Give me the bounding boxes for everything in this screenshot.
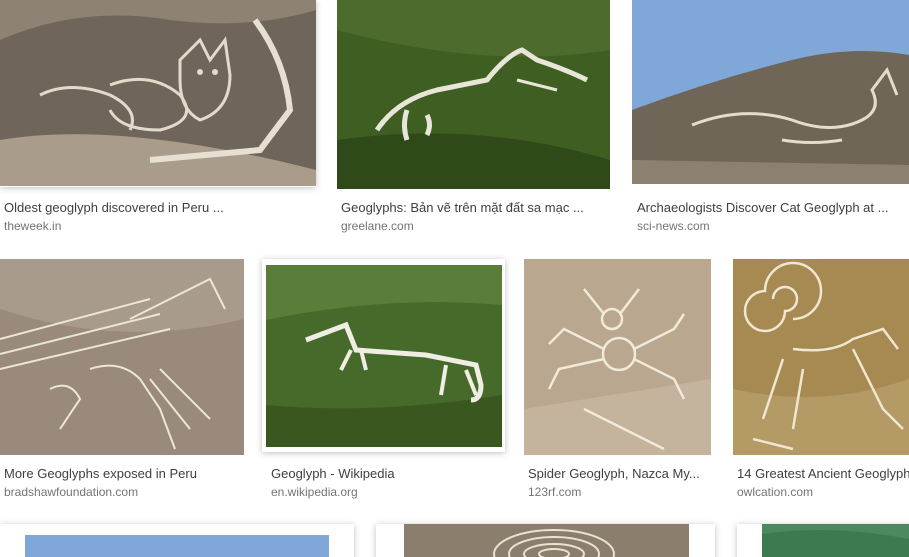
result-thumbnail-10[interactable] (762, 524, 909, 557)
result-thumbnail-4[interactable] (0, 259, 244, 455)
image-results-grid: Oldest geoglyph discovered in Peru ... t… (0, 0, 909, 557)
result-card-1[interactable]: Oldest geoglyph discovered in Peru ... t… (0, 0, 320, 240)
result-card-2[interactable]: Geoglyphs: Bản vẽ trên mặt đất sa mạc ..… (337, 0, 617, 240)
result-thumbnail-5[interactable] (266, 265, 502, 447)
result-source[interactable]: theweek.in (4, 219, 304, 233)
result-title[interactable]: Geoglyph - Wikipedia (271, 466, 501, 482)
result-title[interactable]: Oldest geoglyph discovered in Peru ... (4, 200, 304, 216)
result-thumbnail-8[interactable] (25, 535, 329, 557)
result-thumbnail-9[interactable] (404, 524, 689, 557)
result-thumbnail-7[interactable] (733, 259, 909, 455)
result-title[interactable]: More Geoglyphs exposed in Peru (4, 466, 244, 482)
result-source[interactable]: sci-news.com (637, 219, 907, 233)
result-source[interactable]: en.wikipedia.org (271, 485, 501, 499)
result-source[interactable]: owlcation.com (737, 485, 909, 499)
result-title[interactable]: 14 Greatest Ancient Geoglyph (737, 466, 909, 482)
result-card-8[interactable] (0, 524, 356, 557)
result-thumbnail-6[interactable] (524, 259, 711, 455)
result-source[interactable]: 123rf.com (528, 485, 708, 499)
result-thumbnail-1[interactable] (0, 0, 316, 186)
result-card-10[interactable] (737, 524, 909, 557)
result-card-7[interactable]: 14 Greatest Ancient Geoglyph owlcation.c… (733, 259, 909, 504)
result-card-3[interactable]: Archaeologists Discover Cat Geoglyph at … (632, 0, 909, 240)
result-title[interactable]: Geoglyphs: Bản vẽ trên mặt đất sa mạc ..… (341, 200, 611, 216)
result-thumbnail-2[interactable] (337, 0, 610, 189)
result-source[interactable]: greelane.com (341, 219, 611, 233)
result-card-9[interactable] (376, 524, 716, 557)
result-thumbnail-3[interactable] (632, 0, 909, 184)
result-title[interactable]: Archaeologists Discover Cat Geoglyph at … (637, 200, 907, 216)
result-card-5[interactable]: Geoglyph - Wikipedia en.wikipedia.org (262, 259, 507, 504)
result-card-6[interactable]: Spider Geoglyph, Nazca My... 123rf.com (524, 259, 714, 504)
result-card-4[interactable]: More Geoglyphs exposed in Peru bradshawf… (0, 259, 250, 504)
result-source[interactable]: bradshawfoundation.com (4, 485, 244, 499)
result-title[interactable]: Spider Geoglyph, Nazca My... (528, 466, 708, 482)
